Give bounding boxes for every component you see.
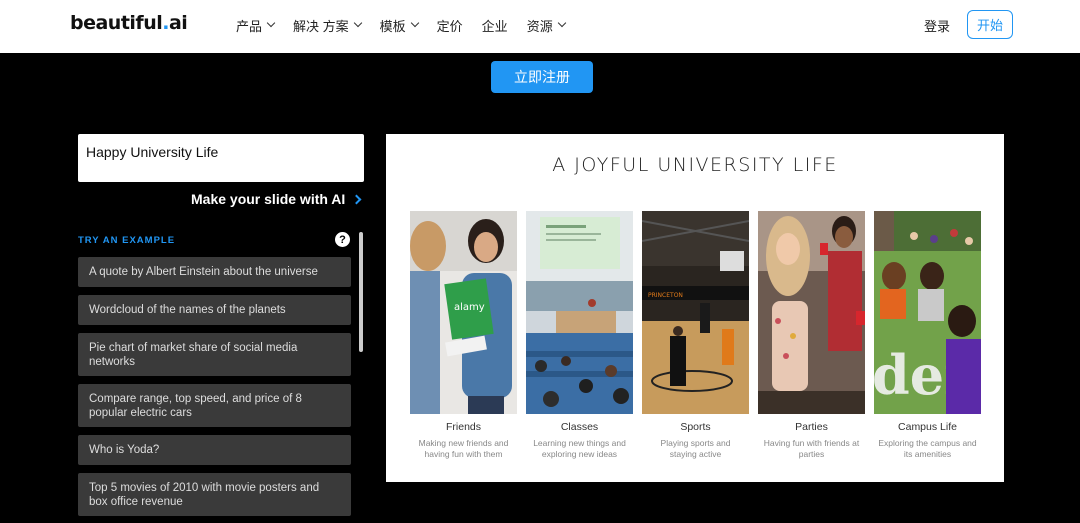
chevron-down-icon bbox=[410, 18, 419, 28]
nav-products-label: 产品 bbox=[236, 18, 263, 34]
friends-photo: alamy bbox=[410, 211, 517, 414]
make-slide-label: Make your slide with AI bbox=[191, 191, 346, 207]
start-button[interactable]: 开始 bbox=[967, 10, 1013, 39]
help-icon[interactable]: ? bbox=[335, 232, 350, 247]
nav-templates-label: 模板 bbox=[379, 18, 406, 34]
column-title: Sports bbox=[680, 421, 711, 433]
chevron-right-icon bbox=[351, 194, 362, 204]
column-desc: Exploring the campus and its amenities bbox=[878, 438, 977, 459]
column-title: Classes bbox=[560, 421, 599, 433]
column-title: Friends bbox=[445, 421, 481, 433]
example-item[interactable]: Compare range, top speed, and price of 8… bbox=[78, 384, 351, 427]
login-link[interactable]: 登录 bbox=[924, 16, 950, 35]
slide-column-friends: alamy Friends Making new friends and hav… bbox=[410, 211, 517, 460]
column-title: Parties bbox=[795, 421, 828, 433]
example-item[interactable]: A quote by Albert Einstein about the uni… bbox=[78, 257, 351, 287]
try-example-heading: TRY AN EXAMPLE bbox=[78, 235, 176, 246]
make-slide-button[interactable]: Make your slide with AI bbox=[191, 191, 362, 207]
slide-column-sports: PRINCETON Sports Playing sports and stay… bbox=[642, 211, 749, 460]
logo-text: beautiful bbox=[70, 12, 163, 34]
slide-column-parties: Parties Having fun with friends at parti… bbox=[758, 211, 865, 460]
slide-title: A JOYFUL UNIVERSITY LIFE bbox=[552, 154, 838, 176]
column-desc: Having fun with friends at parties bbox=[763, 438, 860, 459]
column-title: Campus Life bbox=[898, 421, 957, 433]
beautiful-ai-logo[interactable]: beautiful.ai bbox=[70, 12, 188, 34]
nav-templates[interactable]: 模板 bbox=[379, 16, 419, 34]
parties-photo bbox=[758, 211, 865, 414]
prompt-input[interactable]: Happy University Life bbox=[78, 134, 364, 182]
logo-suffix: ai bbox=[168, 12, 188, 34]
chevron-down-icon bbox=[557, 18, 566, 28]
sports-photo: PRINCETON bbox=[642, 211, 749, 414]
column-desc: Making new friends and having fun with t… bbox=[418, 438, 509, 459]
nav-resources-label: 资源 bbox=[526, 18, 553, 34]
photo-banner-text: PRINCETON bbox=[648, 292, 683, 299]
chevron-down-icon bbox=[266, 18, 276, 28]
main-nav: 产品 解决 方案 模板 定价 企业 资源 bbox=[236, 16, 584, 34]
photo-book-text: alamy bbox=[454, 302, 485, 313]
column-desc: Playing sports and staying active bbox=[660, 438, 731, 459]
nav-resources[interactable]: 资源 bbox=[526, 16, 566, 34]
nav-enterprise[interactable]: 企业 bbox=[482, 16, 508, 34]
example-item[interactable]: Wordcloud of the names of the planets bbox=[78, 295, 351, 325]
nav-pricing-label: 定价 bbox=[436, 18, 463, 34]
slide-column-campus-life: den Campus Life Exploring the campus and… bbox=[874, 211, 981, 460]
nav-products[interactable]: 产品 bbox=[236, 16, 276, 34]
logo-dot: . bbox=[162, 12, 169, 34]
example-item[interactable]: Top 5 movies of 2010 with movie posters … bbox=[78, 473, 351, 516]
nav-enterprise-label: 企业 bbox=[481, 18, 508, 34]
nav-pricing[interactable]: 定价 bbox=[437, 16, 463, 34]
slide-column-classes: Classes Learning new things and explorin… bbox=[526, 211, 633, 460]
signup-button[interactable]: 立即注册 bbox=[491, 61, 593, 93]
slide-preview: A JOYFUL UNIVERSITY LIFE alamy Friends M… bbox=[386, 134, 1004, 482]
classes-photo bbox=[526, 211, 633, 414]
nav-solutions-label: 解决 方案 bbox=[293, 18, 349, 34]
chevron-down-icon bbox=[353, 18, 362, 28]
example-item[interactable]: Pie chart of market share of social medi… bbox=[78, 333, 351, 376]
campus-life-photo: den bbox=[874, 211, 981, 414]
column-desc: Learning new things and exploring new id… bbox=[533, 438, 626, 459]
examples-scrollbar[interactable] bbox=[359, 232, 363, 352]
nav-solutions[interactable]: 解决 方案 bbox=[293, 16, 362, 34]
top-header: beautiful.ai 产品 解决 方案 模板 定价 企业 资源 登录 开始 bbox=[0, 0, 1080, 53]
example-item[interactable]: Who is Yoda? bbox=[78, 435, 351, 465]
